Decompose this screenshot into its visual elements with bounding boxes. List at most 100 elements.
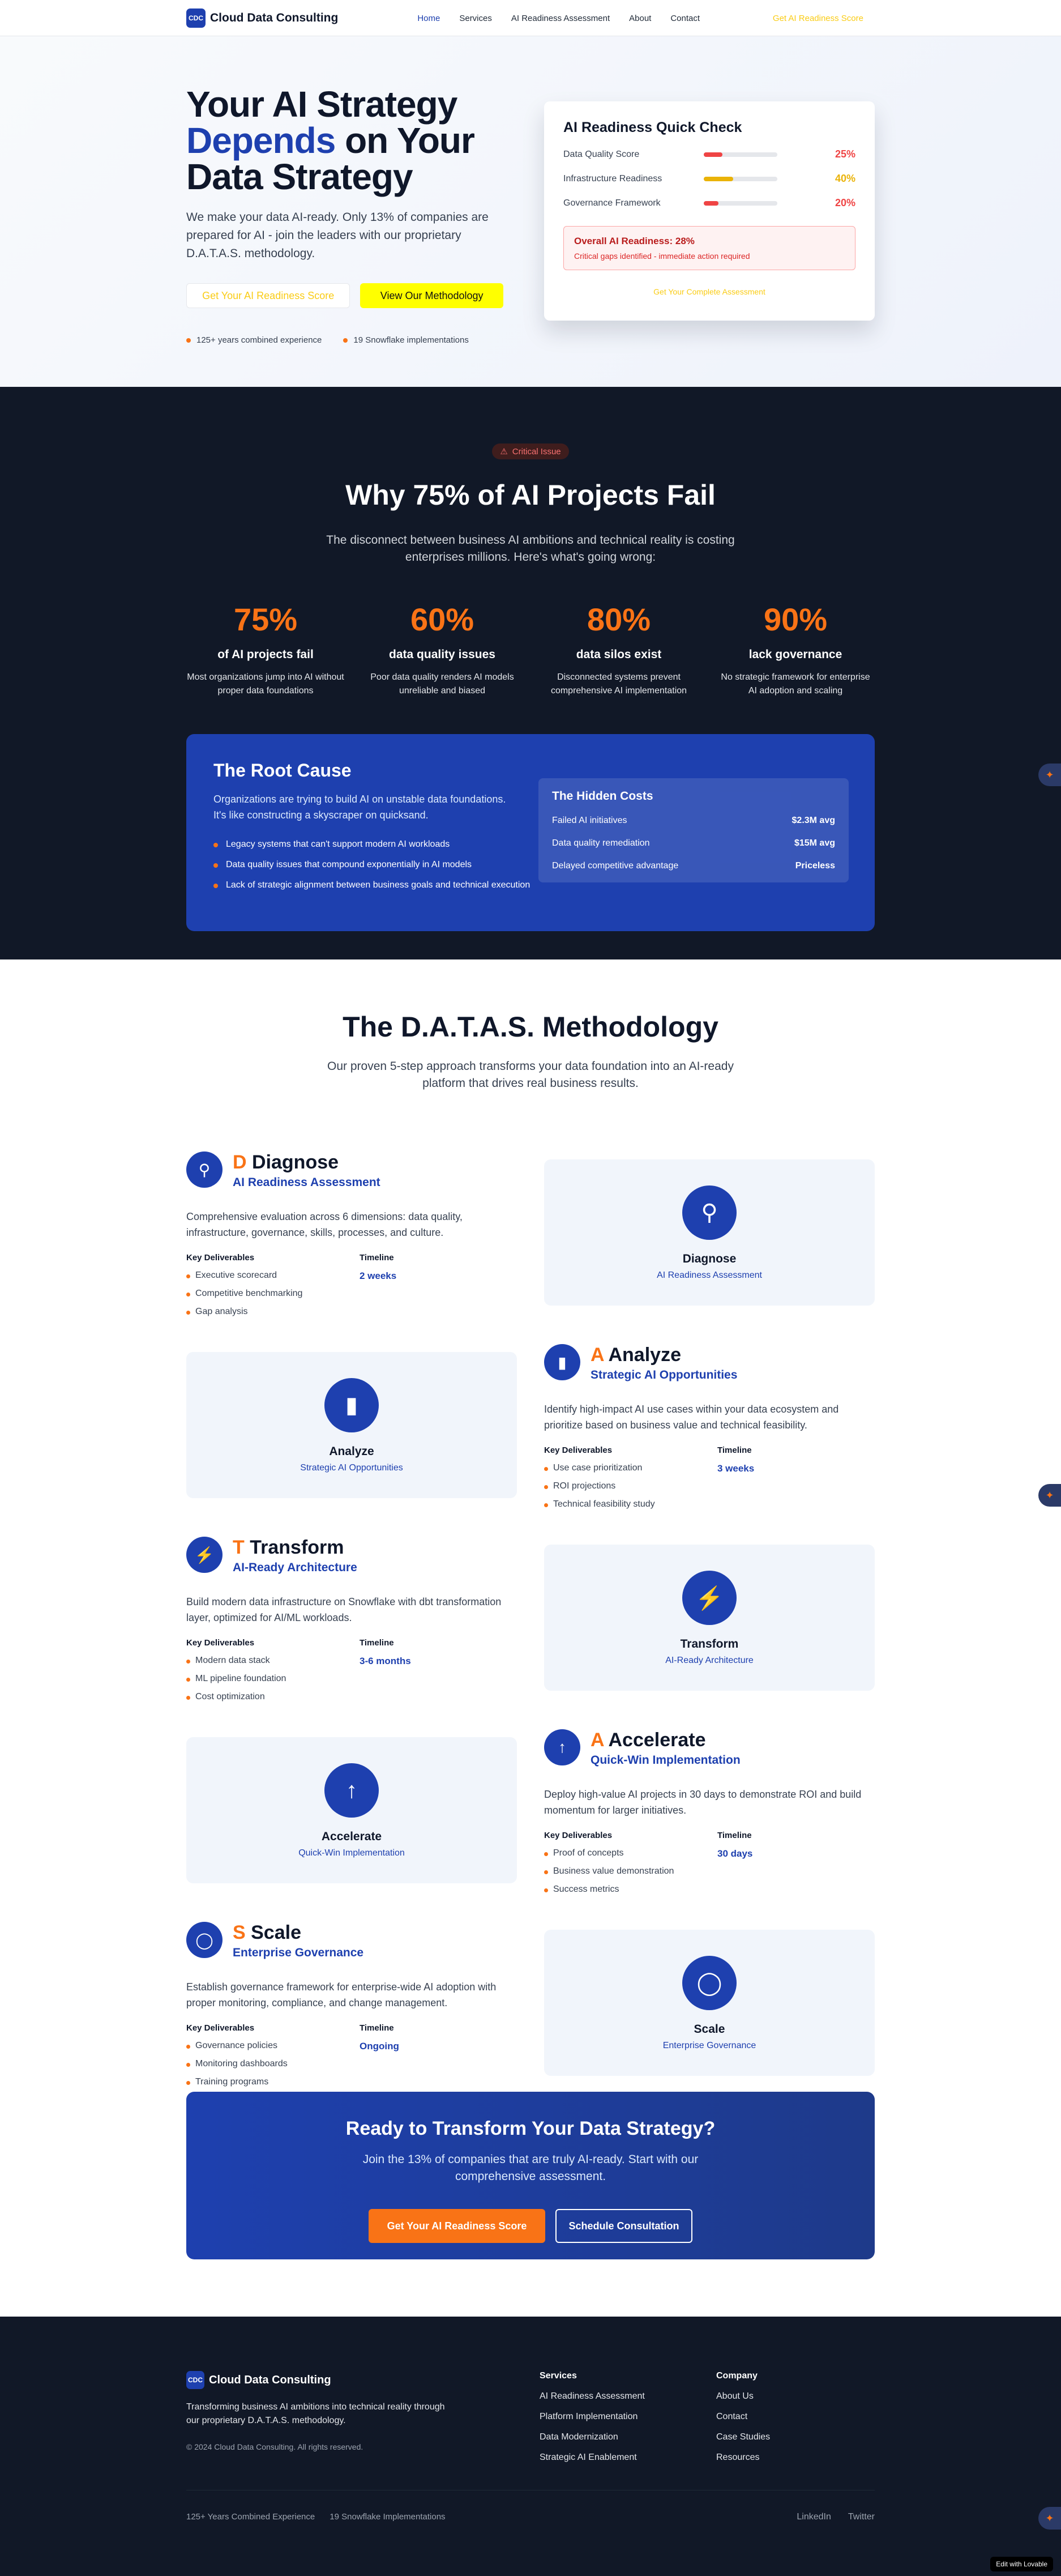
- step-description: Deploy high-value AI projects in 30 days…: [544, 1789, 862, 1816]
- complete-assessment-link[interactable]: Get Your Complete Assessment: [563, 287, 855, 296]
- step-subtitle: AI Readiness Assessment: [233, 1176, 380, 1189]
- timeline-value: 2 weeks: [360, 1270, 397, 1281]
- step-description: Establish governance framework for enter…: [186, 1981, 497, 2008]
- linkedin-link[interactable]: LinkedIn: [797, 2512, 831, 2522]
- footer-link[interactable]: Contact: [716, 2412, 770, 2422]
- nav-item-services[interactable]: Services: [459, 14, 492, 23]
- footer-heading: Services: [540, 2371, 577, 2381]
- metric-value: 40%: [835, 173, 855, 184]
- deliverable-item: ROI projections: [544, 1481, 717, 1491]
- view-methodology-button[interactable]: View Our Methodology: [360, 283, 503, 308]
- brand-logo[interactable]: CDC Cloud Data Consulting: [186, 8, 338, 28]
- search-icon: ⚲: [186, 1151, 223, 1188]
- hero-section: Your AI Strategy Depends on Your Data St…: [0, 36, 1061, 387]
- stat-title: lack governance: [748, 648, 842, 661]
- footer-stat: 19 Snowflake Implementations: [330, 2512, 446, 2522]
- visual-title: Analyze: [329, 1445, 374, 1458]
- floating-helper-button[interactable]: ✦: [1038, 2507, 1061, 2530]
- footer-link[interactable]: AI Readiness Assessment: [540, 2391, 645, 2402]
- lightning-icon: ⚡: [186, 1537, 223, 1573]
- alert-text: Critical gaps identified - immediate act…: [574, 251, 750, 261]
- timeline-label: Timeline: [717, 1445, 752, 1455]
- failure-stat: 60% data quality issues Poor data quality …: [363, 601, 521, 698]
- bar-chart-icon: ▮: [544, 1344, 580, 1380]
- step-visual-card: ↑ Accelerate Quick-Win Implementation: [186, 1737, 517, 1883]
- hero-stat: 19 Snowflake implementations: [343, 335, 468, 345]
- readiness-alert: Overall AI Readiness: 28% Critical gaps …: [563, 226, 855, 270]
- step-visual-card: ⚡ Transform AI-Ready Architecture: [544, 1545, 875, 1691]
- list-item: Legacy systems that can't support modern…: [213, 838, 530, 851]
- footer-link[interactable]: Resources: [716, 2453, 770, 2463]
- stat-title: of AI projects fail: [217, 648, 314, 661]
- timeline-label: Timeline: [360, 2023, 394, 2033]
- methodology-section: The D.A.T.A.S. Methodology Our proven 5-…: [0, 959, 1061, 2317]
- hero-title-line3: Data Strategy: [186, 156, 413, 197]
- deliverable-item: Cost optimization: [186, 1692, 360, 1702]
- footer-link[interactable]: Data Modernization: [540, 2432, 645, 2442]
- footer-link[interactable]: Case Studies: [716, 2432, 770, 2442]
- cost-row: Data quality remediation $15M avg: [552, 838, 835, 848]
- footer: CDC Cloud Data Consulting Transforming b…: [0, 2317, 1061, 2576]
- alert-title: Overall AI Readiness: 28%: [574, 236, 695, 246]
- footer-bottom-bar: 125+ Years Combined Experience 19 Snowfl…: [186, 2490, 875, 2522]
- metric-value: 20%: [835, 197, 855, 208]
- quick-check-card: AI Readiness Quick Check Data Quality Sc…: [544, 101, 875, 321]
- floating-helper-button[interactable]: ✦: [1038, 764, 1061, 786]
- footer-link[interactable]: Platform Implementation: [540, 2412, 645, 2422]
- nav-menu: Home Services AI Readiness Assessment Ab…: [417, 14, 700, 23]
- cta-score-button[interactable]: Get Your AI Readiness Score: [369, 2209, 545, 2243]
- deliverable-item: Business value demonstration: [544, 1866, 717, 1876]
- step-subtitle: Enterprise Governance: [233, 1946, 364, 1959]
- footer-logo[interactable]: CDC Cloud Data Consulting: [186, 2371, 447, 2389]
- helper-icon: ✦: [1045, 1489, 1054, 1501]
- cost-row: Failed AI initiatives $2.3M avg: [552, 816, 835, 825]
- timeline-value: 3 weeks: [717, 1463, 755, 1474]
- brand-name: Cloud Data Consulting: [210, 11, 339, 24]
- cta-banner: Ready to Transform Your Data Strategy? J…: [186, 2092, 875, 2259]
- edit-with-lovable-badge[interactable]: Edit with Lovable: [990, 2557, 1053, 2571]
- hero-stat: 125+ years combined experience: [186, 335, 322, 345]
- deliverable-item: Modern data stack: [186, 1656, 360, 1666]
- get-score-button[interactable]: Get Your AI Readiness Score: [186, 283, 350, 308]
- failure-stat: 75% of AI projects fail Most organizations…: [186, 601, 345, 698]
- step-title: A Accelerate: [591, 1729, 706, 1751]
- logo-badge: CDC: [186, 2371, 204, 2389]
- nav-item-contact[interactable]: Contact: [670, 14, 700, 23]
- floating-helper-button[interactable]: ✦: [1038, 1484, 1061, 1507]
- footer-link[interactable]: About Us: [716, 2391, 770, 2402]
- deliverable-item: Use case prioritization: [544, 1463, 717, 1473]
- visual-subtitle: Quick-Win Implementation: [298, 1848, 405, 1858]
- schedule-consultation-button[interactable]: Schedule Consultation: [555, 2209, 692, 2243]
- metric-bar-fill: [704, 176, 733, 181]
- step-visual-card: ▮ Analyze Strategic AI Opportunities: [186, 1352, 517, 1498]
- stat-desc: Poor data quality renders AI models unre…: [370, 672, 514, 696]
- metric-label: Data Quality Score: [563, 149, 640, 159]
- twitter-link[interactable]: Twitter: [848, 2512, 875, 2522]
- hidden-costs-title: The Hidden Costs: [552, 790, 653, 803]
- nav-item-about[interactable]: About: [629, 14, 651, 23]
- helper-icon: ✦: [1045, 2512, 1054, 2524]
- deliverables-label: Key Deliverables: [186, 1253, 255, 1263]
- nav-cta-button[interactable]: Get AI Readiness Score: [773, 14, 863, 23]
- deliverable-item: Competitive benchmarking: [186, 1289, 360, 1299]
- nav-item-ai-readiness[interactable]: AI Readiness Assessment: [511, 14, 610, 23]
- deliverable-item: Gap analysis: [186, 1307, 360, 1317]
- shield-icon: ◯: [682, 1956, 737, 2010]
- visual-title: Transform: [680, 1637, 739, 1650]
- root-cause-list: Legacy systems that can't support modern…: [213, 838, 530, 892]
- footer-brand: CDC Cloud Data Consulting Transforming b…: [186, 2371, 447, 2451]
- stat-value: 90%: [763, 602, 828, 637]
- deliverable-item: Training programs: [186, 2077, 360, 2087]
- step-text: ↑ A Accelerate Quick-Win Implementation …: [544, 1729, 875, 1895]
- timeline-label: Timeline: [360, 1638, 394, 1648]
- nav-item-home[interactable]: Home: [417, 14, 440, 23]
- search-icon: ⚲: [682, 1185, 737, 1240]
- stat-value: 80%: [587, 602, 651, 637]
- methodology-title: The D.A.T.A.S. Methodology: [343, 1011, 718, 1043]
- footer-brand-name: Cloud Data Consulting: [209, 2373, 331, 2386]
- arrow-up-icon: ↑: [544, 1729, 580, 1765]
- top-nav: CDC Cloud Data Consulting Home Services …: [0, 0, 1061, 36]
- footer-stat: 125+ Years Combined Experience: [186, 2512, 315, 2522]
- step-title: D Diagnose: [233, 1151, 339, 1173]
- footer-link[interactable]: Strategic AI Enablement: [540, 2453, 645, 2463]
